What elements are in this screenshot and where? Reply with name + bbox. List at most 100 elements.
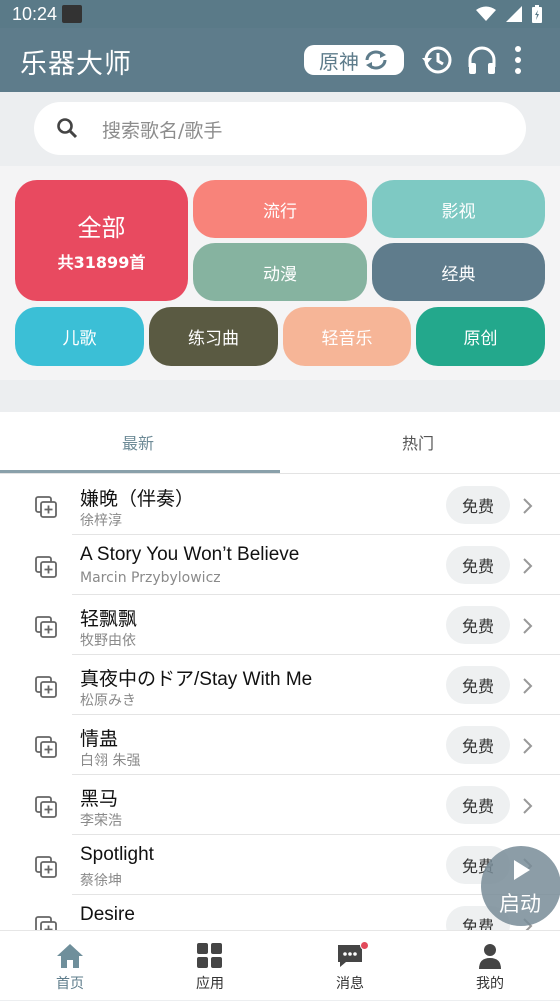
free-badge-button[interactable]: 免费 (446, 546, 510, 584)
category-light-music-button[interactable]: 轻音乐 (283, 307, 411, 366)
system-icons (476, 5, 542, 23)
category-label: 练习曲 (188, 329, 239, 349)
song-title: 黑马 (80, 789, 119, 810)
song-title: 嫌晚（伴奏） (80, 489, 195, 510)
apps-icon (197, 943, 222, 968)
signal-icon (506, 6, 522, 22)
category-etude-button[interactable]: 练习曲 (149, 307, 278, 366)
song-row[interactable]: Spotlight 蔡徐坤 免费 (0, 835, 560, 895)
category-kids-button[interactable]: 儿歌 (15, 307, 144, 366)
chevron-right-icon[interactable] (522, 617, 534, 635)
song-title: Spotlight (80, 844, 154, 865)
add-to-list-icon[interactable] (34, 495, 58, 519)
free-badge-button[interactable]: 免费 (446, 486, 510, 524)
notification-thumbnail-icon (62, 5, 82, 23)
battery-icon (532, 5, 542, 23)
app-title: 乐器大师 (20, 49, 132, 80)
status-bar: 10:24 (0, 0, 560, 28)
launch-button[interactable]: 启动 (481, 846, 560, 926)
song-title: 真夜中のドア/Stay With Me (80, 669, 313, 690)
tab-latest[interactable]: 最新 (122, 430, 154, 454)
chevron-right-icon[interactable] (522, 497, 534, 515)
free-badge-button[interactable]: 免费 (446, 666, 510, 704)
free-badge-button[interactable]: 免费 (446, 606, 510, 644)
song-row[interactable]: 情蛊白翎 朱强 免费 (0, 715, 560, 775)
switch-icon (365, 50, 387, 70)
song-artist: Marcin Przybylowicz (80, 570, 221, 586)
song-artist: 牧野由依 (80, 633, 136, 649)
play-icon (514, 860, 530, 880)
headphones-icon[interactable] (465, 43, 499, 77)
category-original-button[interactable]: 原创 (416, 307, 545, 366)
category-pop-button[interactable]: 流行 (193, 180, 367, 238)
chevron-right-icon[interactable] (522, 797, 534, 815)
category-label: 影视 (441, 201, 476, 222)
song-artist: 松原みき (80, 693, 136, 709)
add-to-list-icon[interactable] (34, 615, 58, 639)
song-artist: 蔡徐坤 (80, 873, 122, 889)
song-row[interactable]: 轻飘飘牧野由依 免费 (0, 595, 560, 655)
song-artist: 李荣浩 (80, 813, 122, 829)
home-icon (57, 944, 83, 968)
song-row[interactable]: 黑马李荣浩 免费 (0, 775, 560, 835)
song-title: 轻飘飘 (80, 609, 138, 630)
game-switch-label: 原神 (319, 49, 359, 74)
nav-label: 应用 (196, 976, 224, 992)
nav-messages[interactable]: 消息 (280, 931, 420, 1001)
song-row[interactable]: 真夜中のドア/Stay With Me 松原みき 免费 (0, 655, 560, 715)
tab-bar: 最新 热门 (0, 412, 560, 474)
nav-label: 我的 (476, 976, 504, 992)
free-badge-button[interactable]: 免费 (446, 786, 510, 824)
wifi-icon (476, 6, 496, 21)
category-grid: 全部 共31899首 流行 影视 动漫 经典 儿歌 练习曲 轻音乐 原创 (0, 166, 560, 380)
song-title: 情蛊 (80, 729, 119, 750)
nav-apps[interactable]: 应用 (140, 931, 280, 1001)
more-menu-icon[interactable] (508, 43, 528, 77)
unread-badge (360, 941, 369, 950)
song-row[interactable]: Desire 免费 (0, 895, 560, 930)
nav-home[interactable]: 首页 (0, 931, 140, 1001)
add-to-list-icon[interactable] (34, 795, 58, 819)
add-to-list-icon[interactable] (34, 555, 58, 579)
category-classic-button[interactable]: 经典 (372, 243, 545, 301)
category-label: 经典 (441, 264, 476, 285)
chevron-right-icon[interactable] (522, 557, 534, 575)
category-count: 共31899首 (57, 253, 146, 272)
tab-popular[interactable]: 热门 (402, 430, 434, 454)
search-placeholder: 搜索歌名/歌手 (102, 120, 223, 142)
bottom-nav: 首页 应用 消息 我的 (0, 930, 560, 1000)
search-input[interactable]: 搜索歌名/歌手 (34, 102, 526, 155)
search-icon (57, 118, 78, 139)
chevron-right-icon[interactable] (522, 737, 534, 755)
category-label: 流行 (263, 201, 297, 222)
category-all-label: 全部 (77, 214, 126, 242)
category-label: 动漫 (263, 264, 297, 285)
game-switch-button[interactable]: 原神 (304, 45, 404, 75)
history-icon[interactable] (420, 43, 454, 77)
add-to-list-icon[interactable] (34, 915, 58, 930)
section-divider (0, 380, 560, 402)
category-anime-button[interactable]: 动漫 (193, 243, 367, 301)
add-to-list-icon[interactable] (34, 735, 58, 759)
song-list: 嫌晚（伴奏） 徐梓淳 免费 A Story You Won’t Believe Marc… (0, 474, 560, 930)
nav-profile[interactable]: 我的 (420, 931, 560, 1001)
song-row[interactable]: A Story You Won’t Believe Marcin Przybylo… (0, 535, 560, 595)
profile-icon (479, 944, 501, 969)
status-time: 10:24 (12, 4, 58, 24)
message-icon-wrap (336, 941, 369, 969)
category-label: 轻音乐 (321, 329, 373, 349)
song-artist: 徐梓淳 (80, 513, 122, 529)
category-all-button[interactable]: 全部 共31899首 (15, 180, 188, 301)
add-to-list-icon[interactable] (34, 675, 58, 699)
nav-label: 首页 (56, 976, 84, 992)
song-artist: 白翎 朱强 (80, 753, 141, 769)
song-row[interactable]: 嫌晚（伴奏） 徐梓淳 免费 (0, 475, 560, 535)
search-section: 搜索歌名/歌手 (0, 92, 560, 166)
free-badge-button[interactable]: 免费 (446, 726, 510, 764)
song-title: A Story You Won’t Believe (80, 544, 300, 565)
chevron-right-icon[interactable] (522, 677, 534, 695)
category-film-button[interactable]: 影视 (372, 180, 545, 238)
category-label: 儿歌 (62, 329, 97, 349)
category-label: 原创 (463, 329, 498, 349)
add-to-list-icon[interactable] (34, 855, 58, 879)
